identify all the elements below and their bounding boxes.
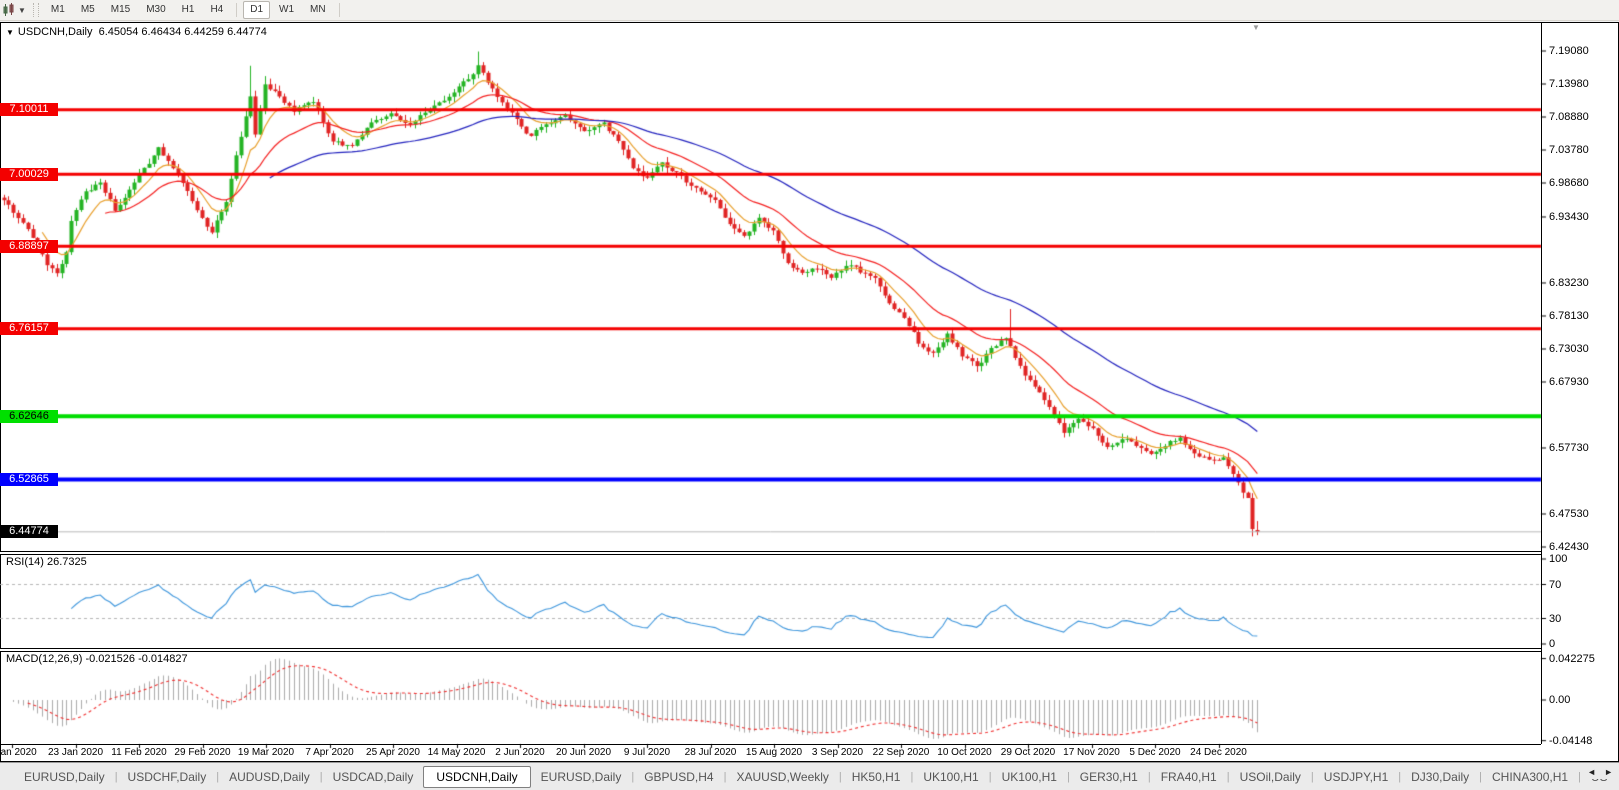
current-price-badge: 6.44774: [0, 525, 58, 539]
timeframe-button-h4[interactable]: H4: [203, 1, 230, 19]
date-tick-label: 9 Jul 2020: [623, 747, 671, 758]
chart-title: ▼ USDCNH,Daily 6.45054 6.46434 6.44259 6.…: [6, 26, 267, 38]
timeframe-buttons: M1 M5 M15 M30 H1 H4 D1 W1 MN: [43, 1, 334, 19]
price-line-badge: 6.52865: [0, 472, 58, 486]
timeframe-button-m15[interactable]: M15: [104, 1, 137, 19]
timeframe-button-h1[interactable]: H1: [175, 1, 202, 19]
rsi-tick-label: 0: [1549, 638, 1556, 650]
rsi-tick-label: 100: [1549, 553, 1568, 565]
chart-tab-usdcnh-daily[interactable]: USDCNH,Daily: [423, 765, 531, 788]
timeframe-button-m5[interactable]: M5: [74, 1, 102, 19]
chart-tab-xauusd-weekly[interactable]: XAUUSD,Weekly: [726, 767, 838, 787]
rsi-tick-label: 30: [1549, 612, 1562, 625]
date-tick-label: 24 Dec 2020: [1190, 747, 1247, 758]
chart-shift-marker[interactable]: ▼: [1252, 23, 1260, 32]
chart-tab-ger30-h1[interactable]: GER30,H1: [1070, 767, 1148, 787]
timeframe-button-d1[interactable]: D1: [243, 1, 271, 19]
date-tick-label: 10 Oct 2020: [937, 747, 992, 758]
macd-tick-label: 0.00: [1549, 694, 1571, 706]
date-tick-label: 25 Apr 2020: [366, 747, 420, 758]
timeframe-button-w1[interactable]: W1: [272, 1, 301, 19]
date-tick-label: 29 Feb 2020: [174, 747, 231, 758]
rsi-tick-label: 70: [1549, 578, 1562, 591]
date-tick-label: 11 Feb 2020: [111, 747, 167, 758]
price-tick-label: 7.19080: [1549, 45, 1589, 57]
pane-splitter-macd[interactable]: [0, 648, 1541, 652]
price-tick-label: 6.73030: [1549, 342, 1589, 355]
chart-tab-gbpusd-h4[interactable]: GBPUSD,H4: [634, 767, 723, 787]
collapse-triangle-icon[interactable]: ▼: [6, 28, 14, 37]
date-tick-label: 17 Nov 2020: [1063, 747, 1120, 758]
chart-title-symbol: USDCNH,Daily: [17, 26, 93, 38]
chart-tab-usdjpy-h1[interactable]: USDJPY,H1: [1314, 767, 1398, 787]
date-tick-label: 4 Jan 2020: [0, 747, 37, 758]
price-tick-label: 6.47530: [1549, 507, 1589, 520]
price-tick-label: 6.67930: [1549, 375, 1589, 388]
timeframe-button-m30[interactable]: M30: [139, 1, 172, 19]
toolbar-separator: [338, 3, 340, 17]
price-line-badge: 6.62646: [0, 409, 58, 423]
chart-tab-dj30-daily[interactable]: DJ30,Daily: [1401, 767, 1479, 787]
date-tick-label: 2 Jun 2020: [495, 747, 545, 758]
timeframe-toolbar: ▼ M1 M5 M15 M30 H1 H4 D1 W1 MN: [0, 0, 1619, 21]
price-tick-label: 6.93430: [1549, 210, 1589, 223]
price-tick-label: 6.78130: [1549, 309, 1589, 322]
date-tick-label: 3 Sep 2020: [811, 747, 864, 758]
date-tick-label: 7 Apr 2020: [305, 747, 354, 758]
macd-label: MACD(12,26,9) -0.021526 -0.014827: [6, 653, 188, 665]
timeframe-button-mn[interactable]: MN: [303, 1, 333, 19]
pane-splitter-rsi[interactable]: [0, 551, 1541, 555]
price-tick-label: 7.13980: [1549, 78, 1589, 90]
chart-tab-uk100-h1[interactable]: UK100,H1: [913, 767, 988, 787]
macd-tick-label: -0.04148: [1549, 734, 1593, 747]
price-tick-label: 6.57730: [1549, 441, 1589, 454]
price-tick-label: 6.42430: [1549, 541, 1589, 553]
tab-scroll-arrows: ◄ ►: [1584, 765, 1616, 779]
date-tick-label: 5 Dec 2020: [1129, 747, 1181, 758]
date-tick-label: 23 Jan 2020: [47, 747, 104, 758]
date-tick-label: 22 Sep 2020: [872, 747, 930, 758]
price-line-badge: 6.88897: [0, 239, 58, 253]
chart-tab-fra40-h1[interactable]: FRA40,H1: [1151, 767, 1227, 787]
chart-tab-eurusd-daily[interactable]: EURUSD,Daily: [14, 767, 115, 787]
chart-type-dropdown-caret[interactable]: ▼: [18, 6, 26, 15]
price-tick-label: 7.08880: [1549, 111, 1589, 123]
chart-title-ohlc: 6.45054 6.46434 6.44259 6.44774: [98, 26, 267, 38]
date-tick-label: 20 Jun 2020: [555, 747, 612, 758]
price-line-badge: 7.10011: [0, 103, 58, 117]
toolbar-grip[interactable]: [32, 3, 39, 17]
date-tick-label: 14 May 2020: [427, 747, 486, 758]
chart-tab-uk100-h1[interactable]: UK100,H1: [992, 767, 1067, 787]
chart-tab-audusd-daily[interactable]: AUDUSD,Daily: [219, 767, 320, 787]
price-line-badge: 6.76157: [0, 322, 58, 336]
price-tick-label: 7.03780: [1549, 144, 1589, 156]
price-tick-label: 6.83230: [1549, 276, 1589, 289]
chart-tab-usdcad-daily[interactable]: USDCAD,Daily: [323, 767, 424, 787]
chart-tab-eurusd-daily[interactable]: EURUSD,Daily: [531, 767, 632, 787]
date-tick-label: 19 Mar 2020: [237, 747, 295, 758]
date-tick-label: 29 Oct 2020: [1000, 747, 1056, 758]
chart-tab-usoil-daily[interactable]: USOil,Daily: [1230, 767, 1311, 787]
toolbar-separator: [236, 3, 238, 17]
price-tick-label: 6.98680: [1549, 177, 1589, 189]
tab-scroll-right-arrow[interactable]: ►: [1604, 767, 1613, 777]
candlestick-chart-icon[interactable]: [0, 2, 18, 18]
macd-tick-label: 0.042275: [1549, 652, 1595, 665]
chart-tab-china300-h1[interactable]: CHINA300,H1: [1482, 767, 1578, 787]
date-tick-label: 28 Jul 2020: [684, 747, 737, 758]
rsi-label: RSI(14) 26.7325: [6, 556, 87, 568]
timeframe-button-m1[interactable]: M1: [44, 1, 72, 19]
chart-tab-bar: EURUSD,Daily | USDCHF,Daily | AUDUSD,Daily | U…: [0, 762, 1619, 790]
mt4-window: ▼ M1 M5 M15 M30 H1 H4 D1 W1 MN ▼ USDCNH,Daily 6.4…: [0, 0, 1619, 790]
tab-scroll-left-arrow[interactable]: ◄: [1587, 767, 1596, 777]
price-line-badge: 7.00029: [0, 167, 58, 181]
chart-tab-hk50-h1[interactable]: HK50,H1: [842, 767, 911, 787]
chart-tab-usdchf-daily[interactable]: USDCHF,Daily: [118, 767, 217, 787]
date-tick-label: 15 Aug 2020: [745, 747, 803, 758]
